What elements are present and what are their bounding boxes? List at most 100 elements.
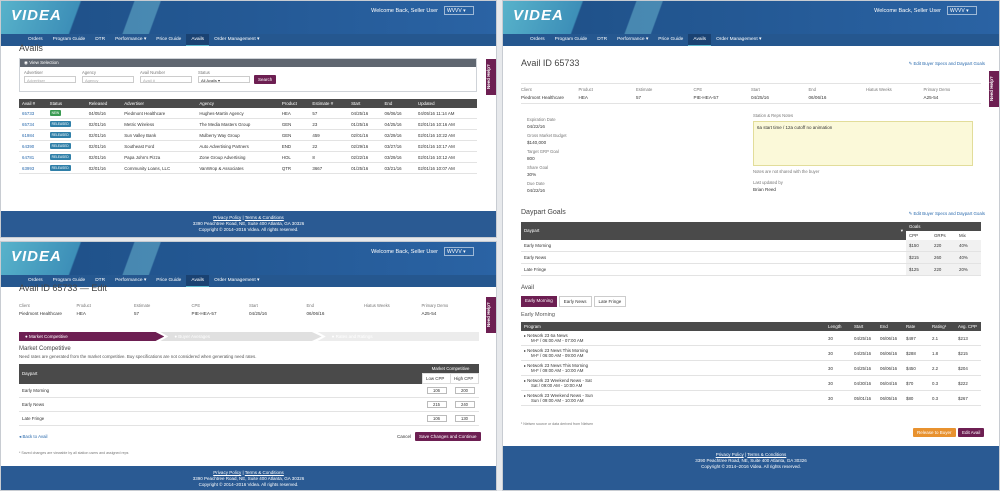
nav-performance[interactable]: Performance ▾	[110, 34, 151, 46]
col-header[interactable]: Avg. CPP	[955, 322, 981, 331]
filter-header[interactable]: ◉ View Selection	[20, 59, 476, 67]
table-row[interactable]: 61984 RELEASED 02/01/16 Sun Valley Bank Mulb…	[19, 129, 477, 141]
avail-number-link[interactable]: 61984	[22, 133, 34, 138]
station-select[interactable]: WVVV ▾	[444, 6, 474, 15]
low-cpp-input[interactable]: 106	[426, 387, 447, 394]
col-header[interactable]: End	[381, 99, 415, 108]
nav-order-management[interactable]: Order Management ▾	[711, 34, 766, 46]
cancel-button[interactable]: Cancel	[393, 432, 416, 441]
videa-logo[interactable]: VIDEA	[11, 7, 62, 24]
sort-icon[interactable]: ▾	[901, 228, 903, 234]
table-cell[interactable]: 61984	[19, 129, 47, 141]
table-row[interactable]: 64390 RELEASED 02/01/16 Southeast Ford Auto …	[19, 140, 477, 152]
nav-avails[interactable]: Avails	[186, 34, 210, 46]
table-cell[interactable]: 64781	[19, 151, 47, 163]
col-header[interactable]: Status	[46, 99, 86, 108]
avail-number-link[interactable]: 64390	[22, 144, 34, 149]
videa-logo[interactable]: VIDEA	[513, 7, 564, 24]
edit-avail-button[interactable]: Edit Avail	[958, 428, 985, 437]
nav-price-guide[interactable]: Price Guide	[653, 34, 688, 46]
status-select[interactable]: All Avails ▾	[198, 76, 250, 83]
terms-link[interactable]: Terms & Conditions	[245, 215, 284, 220]
step-buyer-averages[interactable]: ● Buyer Averages	[160, 332, 322, 341]
nav-order-management[interactable]: Order Management ▾	[209, 275, 264, 287]
avail-number-link[interactable]: 64781	[22, 155, 34, 160]
col-header[interactable]: Product	[278, 99, 310, 108]
high-cpp-input[interactable]: 240	[454, 401, 475, 408]
tab-early-morning[interactable]: Early Morning	[521, 296, 557, 307]
col-header[interactable]: Start	[851, 322, 877, 331]
need-help-tab[interactable]: Need Help?	[486, 297, 496, 333]
cell-text: GEN	[281, 132, 292, 138]
need-help-tab[interactable]: Need Help?	[989, 71, 999, 107]
col-header[interactable]: Advertiser	[121, 99, 197, 108]
table-row[interactable]: 63993 RELEASED 02/01/16 Community Loans, LL…	[19, 162, 477, 174]
nav-dtr[interactable]: DTR	[592, 34, 612, 46]
table-cell[interactable]: 65734	[19, 118, 47, 130]
nav-order-management[interactable]: Order Management ▾	[209, 34, 264, 46]
table-row[interactable]: ▸ Network 23 News This Morning M-F / 06:0…	[521, 345, 981, 361]
table-row[interactable]: ▸ Network 23 News This Morning M-F / 09:0…	[521, 360, 981, 376]
nav-orders[interactable]: Orders	[525, 34, 550, 46]
table-row[interactable]: ▸ Network 23 Weekend News - Sat Sat / 09:…	[521, 375, 981, 391]
step-rates-ratings[interactable]: ● Rates and Ratings	[317, 332, 479, 341]
high-cpp-input[interactable]: 200	[454, 387, 475, 394]
table-row[interactable]: 64781 RELEASED 02/01/16 Papa John's Pizza Zo…	[19, 151, 477, 163]
avail-number-link[interactable]: 65734	[22, 122, 34, 127]
table-cell[interactable]: 65733	[19, 108, 47, 119]
low-cpp-input[interactable]: 215	[426, 401, 447, 408]
col-header[interactable]: Updated	[414, 99, 477, 108]
edit-specs-link-2[interactable]: ✎ Edit Buyer Specs and Daypart Goals	[909, 211, 985, 217]
tab-early-news[interactable]: Early News	[558, 296, 592, 307]
nav-performance[interactable]: Performance ▾	[612, 34, 653, 46]
step-market-competitive[interactable]: ● Market Competitive	[19, 332, 165, 341]
nav-performance[interactable]: Performance ▾	[110, 275, 151, 287]
station-select[interactable]: WVVV ▾	[947, 6, 977, 15]
privacy-link[interactable]: Privacy Policy	[213, 470, 241, 475]
nav-program-guide[interactable]: Program Guide	[550, 34, 593, 46]
privacy-link[interactable]: Privacy Policy	[213, 215, 241, 220]
col-header[interactable]: Program	[521, 322, 825, 331]
col-header[interactable]: Rate	[903, 322, 929, 331]
col-header[interactable]: Released	[85, 99, 122, 108]
high-cpp-input[interactable]: 130	[454, 415, 475, 422]
col-header[interactable]: Agency	[196, 99, 279, 108]
table-row[interactable]: 65733 NEW 04/05/16 Piedmont Healthcare Hughe…	[19, 108, 477, 119]
col-header[interactable]: End	[877, 322, 903, 331]
table-row[interactable]: 65734 RELEASED 02/01/16 Metric Wireless The …	[19, 118, 477, 130]
nav-price-guide[interactable]: Price Guide	[151, 34, 186, 46]
avail-number-link[interactable]: 65733	[22, 111, 34, 116]
terms-link[interactable]: Terms & Conditions	[245, 470, 284, 475]
privacy-link[interactable]: Privacy Policy	[716, 452, 744, 457]
col-header[interactable]: Length	[825, 322, 851, 331]
col-header[interactable]: Rating¹	[929, 322, 955, 331]
back-to-avail-link[interactable]: ◂ Back to Avail	[19, 434, 48, 440]
need-help-tab[interactable]: Need Help?	[486, 59, 496, 95]
nav-program-guide[interactable]: Program Guide	[48, 34, 91, 46]
release-to-buyer-button[interactable]: Release to Buyer	[913, 428, 956, 437]
nav-avails[interactable]: Avails	[688, 34, 712, 46]
col-header[interactable]: Estimate #	[309, 99, 349, 108]
tab-late-fringe[interactable]: Late Fringe	[593, 296, 627, 307]
search-button[interactable]: Search	[254, 75, 277, 84]
videa-logo[interactable]: VIDEA	[11, 248, 62, 265]
table-row[interactable]: ▸ Network 23 Weekend News - Sun Sun / 09:…	[521, 390, 981, 406]
terms-link[interactable]: Terms & Conditions	[747, 452, 786, 457]
low-cpp-input[interactable]: 106	[426, 415, 447, 422]
advertiser-input[interactable]: Advertiser	[24, 76, 76, 83]
save-continue-button[interactable]: Save Changes and Continue	[415, 432, 481, 441]
nav-avails[interactable]: Avails	[186, 275, 210, 287]
avail-number-input[interactable]: Avail #	[140, 76, 192, 83]
table-cell[interactable]: 63993	[19, 162, 47, 174]
agency-input[interactable]: Agency	[82, 76, 134, 83]
station-select[interactable]: WVVV ▾	[444, 247, 474, 256]
nav-dtr[interactable]: DTR	[90, 34, 110, 46]
table-row[interactable]: ▸ Network 23 6a News M-F / 06:00 AM - 07:…	[521, 331, 981, 346]
avail-number-link[interactable]: 63993	[22, 166, 34, 171]
notes-textarea[interactable]: 6a start time / 12a cutoff no animation	[753, 121, 973, 166]
table-cell[interactable]: 64390	[19, 140, 47, 152]
col-header[interactable]: Avail #	[19, 99, 47, 108]
col-header[interactable]: Start	[348, 99, 382, 108]
edit-specs-link[interactable]: ✎ Edit Buyer Specs and Daypart Goals	[909, 61, 985, 67]
nav-price-guide[interactable]: Price Guide	[151, 275, 186, 287]
